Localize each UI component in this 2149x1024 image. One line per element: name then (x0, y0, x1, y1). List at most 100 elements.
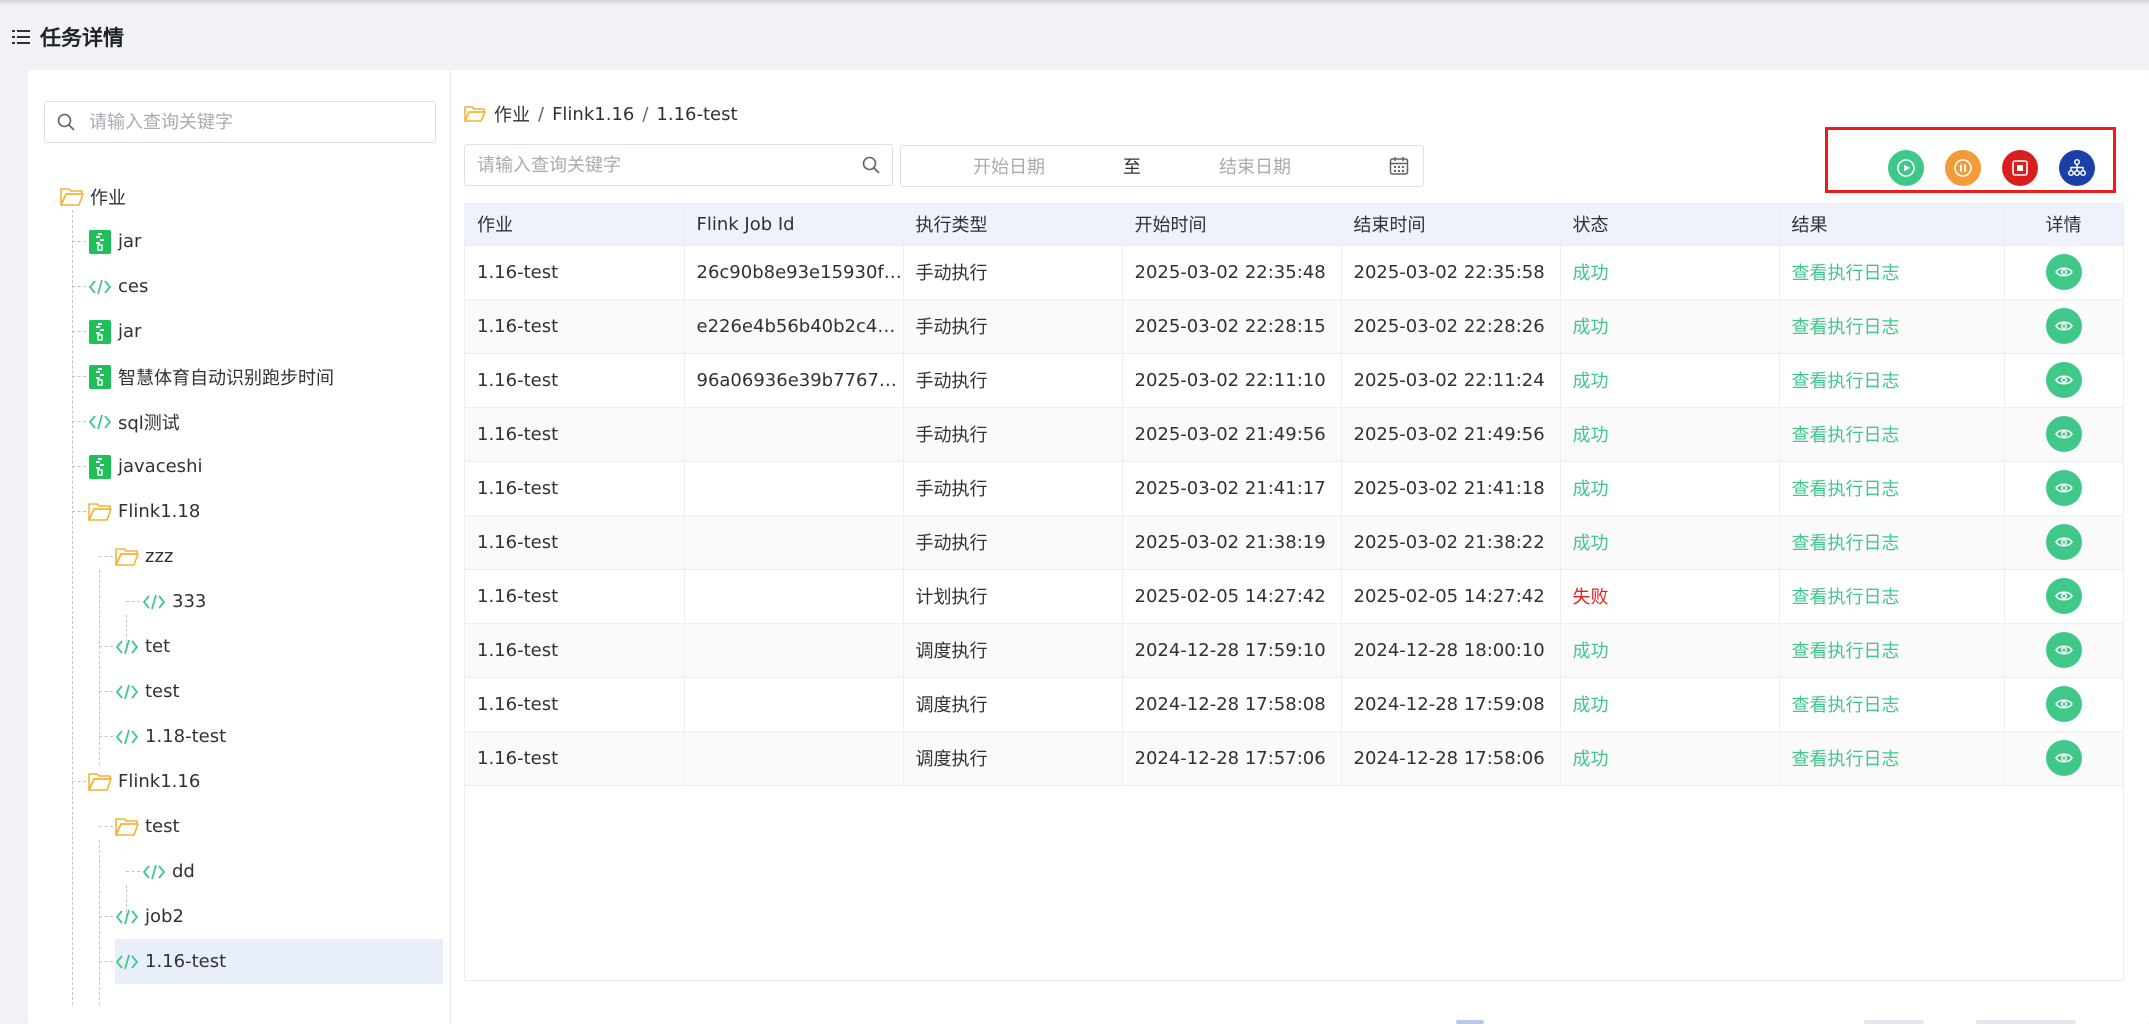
table-row: 1.16-test 26c90b8e93e15930fa… 手动执行 2025-03-… (465, 245, 2124, 300)
cell-result[interactable]: 查看执行日志 (1779, 569, 2005, 624)
pause-icon (1954, 159, 1972, 177)
cell-job: 1.16-test (465, 731, 685, 786)
cell-detail (2004, 353, 2124, 408)
cell-end-time: 2025-03-02 22:35:58 (1341, 245, 1561, 300)
cell-result[interactable]: 查看执行日志 (1779, 515, 2005, 570)
stop-button[interactable] (2002, 150, 2038, 186)
cell-job: 1.16-test (465, 515, 685, 570)
table-row: 1.16-test 手动执行 2025-03-02 21:41:17 2025-03-… (465, 461, 2124, 516)
cell-status: 成功 (1560, 515, 1780, 570)
view-detail-button[interactable] (2045, 308, 2082, 344)
cell-status: 成功 (1560, 245, 1780, 300)
cell-exec-type: 调度执行 (903, 623, 1123, 678)
cell-exec-type: 手动执行 (903, 353, 1123, 408)
cell-flink-job-id: e226e4b56b40b2c46… (684, 299, 904, 354)
tree-node-1.18test[interactable]: 1.18-test (115, 714, 226, 759)
tree-node-label: jar (118, 321, 142, 342)
page-header: 任务详情 (12, 22, 124, 52)
table-row: 1.16-test 调度执行 2024-12-28 17:58:08 2024-12-… (465, 677, 2124, 732)
date-range-picker[interactable]: 开始日期 至 结束日期 (900, 145, 1424, 187)
view-detail-button[interactable] (2045, 632, 2082, 668)
view-detail-button[interactable] (2045, 524, 2082, 560)
tree-node-dd[interactable]: dd (142, 849, 195, 894)
tree-node-tet[interactable]: tet (115, 624, 170, 669)
start-date-input[interactable]: 开始日期 (973, 153, 1045, 179)
cell-status: 成功 (1560, 623, 1780, 678)
cell-result[interactable]: 查看执行日志 (1779, 623, 2005, 678)
tree-node-label: 智慧体育自动识别跑步时间 (118, 367, 334, 389)
search-icon[interactable] (862, 156, 880, 174)
folder-icon (115, 545, 139, 569)
table-row: 1.16-test 调度执行 2024-12-28 17:57:06 2024-12-… (465, 731, 2124, 786)
code-icon (115, 680, 139, 704)
view-detail-button[interactable] (2045, 416, 2082, 452)
cell-end-time: 2025-03-02 21:49:56 (1341, 407, 1561, 462)
cell-result[interactable]: 查看执行日志 (1779, 299, 2005, 354)
cell-start-time: 2025-03-02 21:41:17 (1122, 461, 1342, 516)
pagination-hint (1864, 1020, 1924, 1024)
pause-button[interactable] (1945, 150, 1981, 186)
tree-search-box[interactable] (44, 101, 436, 143)
tree-node-sql[interactable]: sql测试 (88, 399, 180, 444)
tree-node-jar[interactable]: jar (88, 219, 141, 264)
job-search-input[interactable] (477, 154, 862, 176)
view-detail-button[interactable] (2045, 362, 2082, 398)
tree-node-label: javaceshi (118, 456, 203, 477)
table-row: 1.16-test 手动执行 2025-03-02 21:38:19 2025-03-… (465, 515, 2124, 570)
sitemap-icon (2067, 158, 2087, 177)
tree-search-input[interactable] (89, 111, 409, 133)
tree-node-333[interactable]: 333 (142, 579, 206, 624)
table-body: 1.16-test 26c90b8e93e15930fa… 手动执行 2025-03-… (465, 245, 2124, 786)
tree-node-job2[interactable]: job2 (115, 894, 184, 939)
tree-node-Flink1.18[interactable]: Flink1.18 (88, 489, 200, 534)
view-detail-button[interactable] (2045, 740, 2082, 776)
job-search-box[interactable] (464, 144, 893, 186)
cell-status: 成功 (1560, 407, 1780, 462)
cell-detail (2004, 569, 2124, 624)
cell-start-time: 2025-02-05 14:27:42 (1122, 569, 1342, 624)
cell-status: 失败 (1560, 569, 1780, 624)
tree-connector (99, 840, 100, 1005)
tree-node-javaceshi[interactable]: javaceshi (88, 444, 202, 489)
tree-node-label: 作业 (90, 187, 126, 209)
cell-flink-job-id (684, 515, 904, 570)
tree-node-Flink1.16[interactable]: Flink1.16 (88, 759, 200, 804)
view-detail-button[interactable] (2045, 254, 2082, 290)
tree-connector (99, 826, 113, 827)
cell-exec-type: 手动执行 (903, 515, 1123, 570)
tree-node-label: 1.18-test (145, 726, 227, 747)
breadcrumb-item-folder[interactable]: Flink1.16 (552, 104, 634, 125)
view-detail-button[interactable] (2045, 686, 2082, 722)
menu-fold-icon[interactable] (12, 28, 30, 46)
tree-connector (72, 466, 86, 467)
cell-result[interactable]: 查看执行日志 (1779, 461, 2005, 516)
tree-node-ces[interactable]: ces (88, 264, 148, 309)
tree-node-item[interactable]: 智慧体育自动识别跑步时间 (88, 354, 334, 399)
cell-result[interactable]: 查看执行日志 (1779, 731, 2005, 786)
tree-node-root[interactable]: 作业 (60, 174, 126, 219)
tree-node-test[interactable]: test (115, 669, 180, 714)
tree-node-test[interactable]: test (115, 804, 180, 849)
cell-result[interactable]: 查看执行日志 (1779, 407, 2005, 462)
tree-node-zzz[interactable]: zzz (115, 534, 173, 579)
view-detail-button[interactable] (2045, 578, 2082, 614)
pagination-hint (1976, 1020, 2076, 1024)
cell-result[interactable]: 查看执行日志 (1779, 677, 2005, 732)
jar-icon (88, 229, 112, 254)
cell-flink-job-id (684, 407, 904, 462)
tree-node-label: ces (118, 276, 149, 297)
end-date-input[interactable]: 结束日期 (1219, 153, 1291, 179)
cell-end-time: 2025-03-02 21:41:18 (1341, 461, 1561, 516)
cell-result[interactable]: 查看执行日志 (1779, 353, 2005, 408)
lineage-button[interactable] (2059, 150, 2095, 186)
run-button[interactable] (1888, 150, 1924, 186)
cell-start-time: 2024-12-28 17:59:10 (1122, 623, 1342, 678)
tree-node-1.16test[interactable]: 1.16-test (115, 939, 443, 984)
view-detail-button[interactable] (2045, 470, 2082, 506)
tree-node-jar[interactable]: jar (88, 309, 141, 354)
calendar-icon[interactable] (1389, 156, 1409, 176)
breadcrumb-item-root[interactable]: 作业 (494, 101, 530, 127)
breadcrumb: 作业 / Flink1.16 / 1.16-test (464, 102, 738, 126)
cell-end-time: 2024-12-28 17:58:06 (1341, 731, 1561, 786)
cell-result[interactable]: 查看执行日志 (1779, 245, 2005, 300)
